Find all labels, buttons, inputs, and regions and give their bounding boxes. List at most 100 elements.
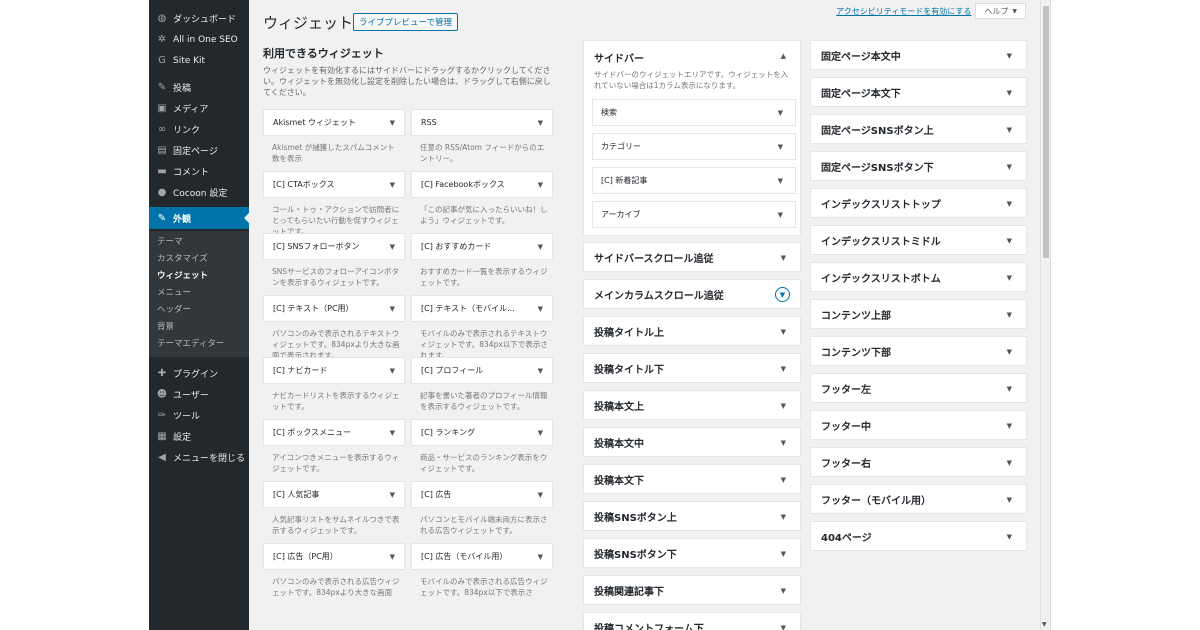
caret-down-icon[interactable]: ▼	[538, 243, 543, 251]
sidebar-item[interactable]: ▣ メディア	[149, 98, 249, 119]
caret-down-icon[interactable]: ▼	[781, 254, 786, 262]
sidebar-item-appearance[interactable]: ✎ 外観	[149, 207, 249, 229]
submenu-item[interactable]: テーマエディター	[149, 336, 249, 353]
caret-down-icon[interactable]: ▼	[390, 181, 395, 189]
caret-down-icon[interactable]: ▼	[390, 305, 395, 313]
available-widget[interactable]: [C] SNSフォローボタン ▼	[263, 233, 405, 260]
submenu-item[interactable]: カスタマイズ	[149, 251, 249, 268]
widget-area[interactable]: 固定ページSNSボタン上 ▼	[810, 114, 1027, 144]
submenu-item[interactable]: ウィジェット	[149, 268, 249, 285]
sidebar-item[interactable]: G Site Kit	[149, 50, 249, 71]
sidebar-item[interactable]: ● Cocoon 設定	[149, 182, 249, 203]
sidebar-item[interactable]: ✲ All in One SEO	[149, 29, 249, 50]
widget-area[interactable]: 固定ページSNSボタン下 ▼	[810, 151, 1027, 181]
widget-area[interactable]: フッター中 ▼	[810, 410, 1027, 440]
caret-down-icon[interactable]: ▼	[390, 553, 395, 561]
caret-down-icon[interactable]: ▼	[778, 211, 783, 219]
available-widget[interactable]: [C] テキスト（PC用） ▼	[263, 295, 405, 322]
caret-down-icon[interactable]: ▼	[781, 550, 786, 558]
sidebar-widget[interactable]: アーカイブ ▼	[592, 201, 796, 228]
submenu-item[interactable]: メニュー	[149, 285, 249, 302]
caret-down-icon[interactable]: ▼	[390, 367, 395, 375]
widget-area[interactable]: フッター右 ▼	[810, 447, 1027, 477]
widget-area[interactable]: インデックスリストボトム ▼	[810, 262, 1027, 292]
available-widget[interactable]: [C] 広告（モバイル用） ▼	[411, 543, 553, 570]
caret-down-icon[interactable]: ▼	[538, 119, 543, 127]
sidebar-widget[interactable]: [C] 新着記事 ▼	[592, 167, 796, 194]
caret-down-icon[interactable]: ▼	[781, 476, 786, 484]
available-widget[interactable]: [C] テキスト（モバイル... ▼	[411, 295, 553, 322]
widget-area[interactable]: 投稿コメントフォーム下 ▼	[583, 612, 801, 630]
available-widget[interactable]: RSS ▼	[411, 109, 553, 136]
scrollbar-thumb[interactable]	[1043, 6, 1049, 258]
available-widget[interactable]: [C] ナビカード ▼	[263, 357, 405, 384]
scroll-down-arrow-icon[interactable]: ▼	[1042, 621, 1047, 628]
sidebar-widget[interactable]: カテゴリー ▼	[592, 133, 796, 160]
caret-down-icon[interactable]: ▼	[781, 513, 786, 521]
sidebar-item[interactable]: ▦ 設定	[149, 426, 249, 447]
sidebar-item[interactable]: ☻ ユーザー	[149, 384, 249, 405]
widget-area[interactable]: 投稿SNSボタン下 ▼	[583, 538, 801, 568]
available-widget[interactable]: Akismet ウィジェット ▼	[263, 109, 405, 136]
caret-down-icon[interactable]: ▼	[778, 143, 783, 151]
widget-area[interactable]: コンテンツ下部 ▼	[810, 336, 1027, 366]
sidebar-item[interactable]: ✎ 投稿	[149, 77, 249, 98]
widget-area[interactable]: フッター左 ▼	[810, 373, 1027, 403]
widget-area[interactable]: 投稿本文上 ▼	[583, 390, 801, 420]
caret-down-icon[interactable]: ▼	[1007, 496, 1012, 504]
submenu-item[interactable]: ヘッダー	[149, 302, 249, 319]
caret-down-icon[interactable]: ▼	[781, 328, 786, 336]
caret-down-icon[interactable]: ▼	[1007, 52, 1012, 60]
caret-down-icon[interactable]: ▼	[781, 624, 786, 630]
caret-down-icon[interactable]: ▼	[781, 402, 786, 410]
available-widget[interactable]: [C] 広告（PC用） ▼	[263, 543, 405, 570]
caret-down-icon[interactable]: ▼	[1007, 89, 1012, 97]
sidebar-widget[interactable]: 検索 ▼	[592, 99, 796, 126]
caret-down-icon[interactable]: ▼	[778, 177, 783, 185]
available-widget[interactable]: [C] ランキング ▼	[411, 419, 553, 446]
caret-down-icon[interactable]: ▼	[538, 181, 543, 189]
sidebar-item[interactable]: ▤ 固定ページ	[149, 140, 249, 161]
caret-down-icon[interactable]: ▼	[1007, 200, 1012, 208]
caret-down-icon[interactable]: ▼	[390, 119, 395, 127]
widget-area[interactable]: 投稿タイトル上 ▼	[583, 316, 801, 346]
widget-area[interactable]: 投稿本文中 ▼	[583, 427, 801, 457]
caret-down-icon[interactable]: ▼	[1007, 422, 1012, 430]
sidebar-item[interactable]: ∞ リンク	[149, 119, 249, 140]
available-widget[interactable]: [C] CTAボックス ▼	[263, 171, 405, 198]
widget-area[interactable]: インデックスリストトップ ▼	[810, 188, 1027, 218]
submenu-item[interactable]: 背景	[149, 319, 249, 336]
caret-down-icon[interactable]: ▼	[538, 305, 543, 313]
widget-area[interactable]: 投稿関連記事下 ▼	[583, 575, 801, 605]
widget-area[interactable]: 404ページ ▼	[810, 521, 1027, 551]
caret-down-icon[interactable]: ▼	[538, 491, 543, 499]
widget-area[interactable]: フッター（モバイル用） ▼	[810, 484, 1027, 514]
available-widget[interactable]: [C] Facebookボックス ▼	[411, 171, 553, 198]
caret-down-icon[interactable]: ▼	[1007, 274, 1012, 282]
live-preview-button[interactable]: ライブプレビューで管理	[353, 13, 458, 31]
caret-down-icon[interactable]: ▼	[1007, 533, 1012, 541]
caret-down-icon[interactable]: ▼	[781, 587, 786, 595]
available-widget[interactable]: [C] プロフィール ▼	[411, 357, 553, 384]
widget-area[interactable]: 固定ページ本文下 ▼	[810, 77, 1027, 107]
caret-down-icon[interactable]: ▼	[390, 429, 395, 437]
sidebar-item[interactable]: ◍ ダッシュボード	[149, 8, 249, 29]
widget-area[interactable]: 固定ページ本文中 ▼	[810, 40, 1027, 70]
sidebar-item[interactable]: ▬ コメント	[149, 161, 249, 182]
sidebar-item[interactable]: ✚ プラグイン	[149, 363, 249, 384]
caret-down-icon[interactable]: ▼	[781, 365, 786, 373]
caret-down-icon[interactable]: ▼	[538, 553, 543, 561]
circle-caret-down-icon[interactable]: ▼	[775, 287, 790, 302]
caret-down-icon[interactable]: ▼	[1007, 459, 1012, 467]
widget-area-sidebar[interactable]: サイドバー ▲ サイドバーのウィジェットエリアです。ウィジェットを入れていない場…	[583, 40, 801, 236]
caret-down-icon[interactable]: ▼	[778, 109, 783, 117]
caret-down-icon[interactable]: ▼	[538, 367, 543, 375]
available-widget[interactable]: [C] おすすめカード ▼	[411, 233, 553, 260]
caret-down-icon[interactable]: ▼	[781, 439, 786, 447]
available-widget[interactable]: [C] 人気記事 ▼	[263, 481, 405, 508]
page-scrollbar[interactable]: ▼	[1040, 0, 1050, 630]
widget-area[interactable]: 投稿タイトル下 ▼	[583, 353, 801, 383]
accessibility-mode-link[interactable]: アクセシビリティモードを有効にする	[836, 6, 971, 17]
widget-area[interactable]: サイドバースクロール追従 ▼	[583, 242, 801, 272]
caret-up-icon[interactable]: ▲	[781, 52, 786, 60]
